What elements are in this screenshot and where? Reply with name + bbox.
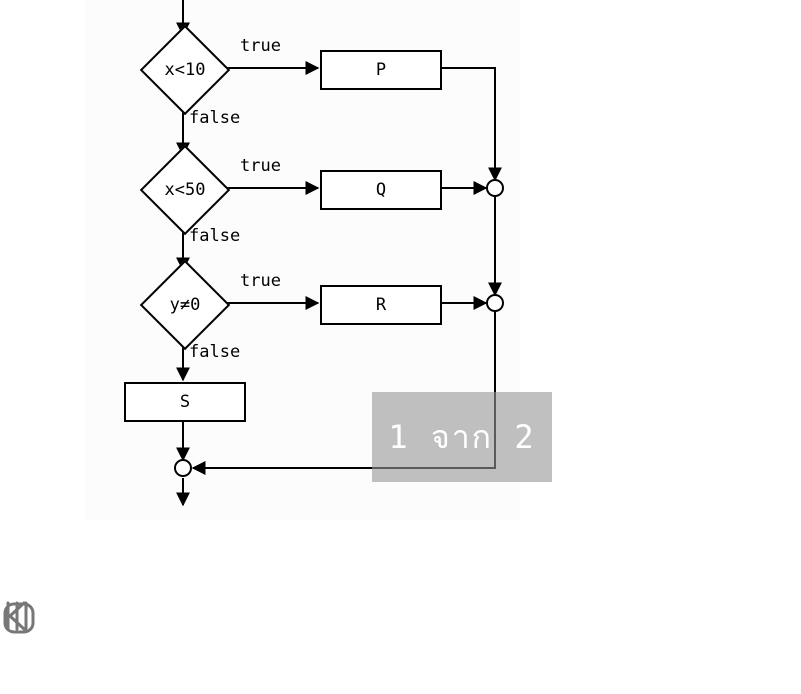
process-r: R: [320, 285, 442, 325]
merge-node-1: [486, 179, 504, 197]
merge-node-bottom: [174, 459, 192, 477]
page-indicator-overlay: 1 จาก 2: [372, 392, 552, 482]
process-s-label: S: [180, 392, 190, 412]
decision-1-cond: x<10: [165, 60, 206, 80]
page-indicator-text: 1 จาก 2: [388, 412, 535, 463]
process-s: S: [124, 382, 246, 422]
process-r-label: R: [376, 295, 386, 315]
decision-3-false-label: false: [189, 342, 240, 362]
decision-3-true-label: true: [240, 271, 281, 291]
home-button[interactable]: [371, 617, 431, 677]
decision-2-true-label: true: [240, 156, 281, 176]
decision-3-cond: y≠0: [170, 295, 201, 315]
decision-2-false-label: false: [189, 226, 240, 246]
merge-node-2: [486, 294, 504, 312]
decision-1-true-label: true: [240, 36, 281, 56]
recent-apps-button[interactable]: [104, 617, 164, 677]
process-q-label: Q: [376, 180, 386, 200]
process-p: P: [320, 50, 442, 90]
back-icon: [0, 599, 34, 633]
decision-2-cond: x<50: [165, 180, 206, 200]
decision-1-false-label: false: [189, 108, 240, 128]
screen: x<10 true false P x<50 true false Q y≠0 …: [0, 0, 801, 694]
back-button[interactable]: [638, 617, 698, 677]
process-p-label: P: [376, 60, 386, 80]
android-nav-bar: [0, 599, 801, 694]
process-q: Q: [320, 170, 442, 210]
